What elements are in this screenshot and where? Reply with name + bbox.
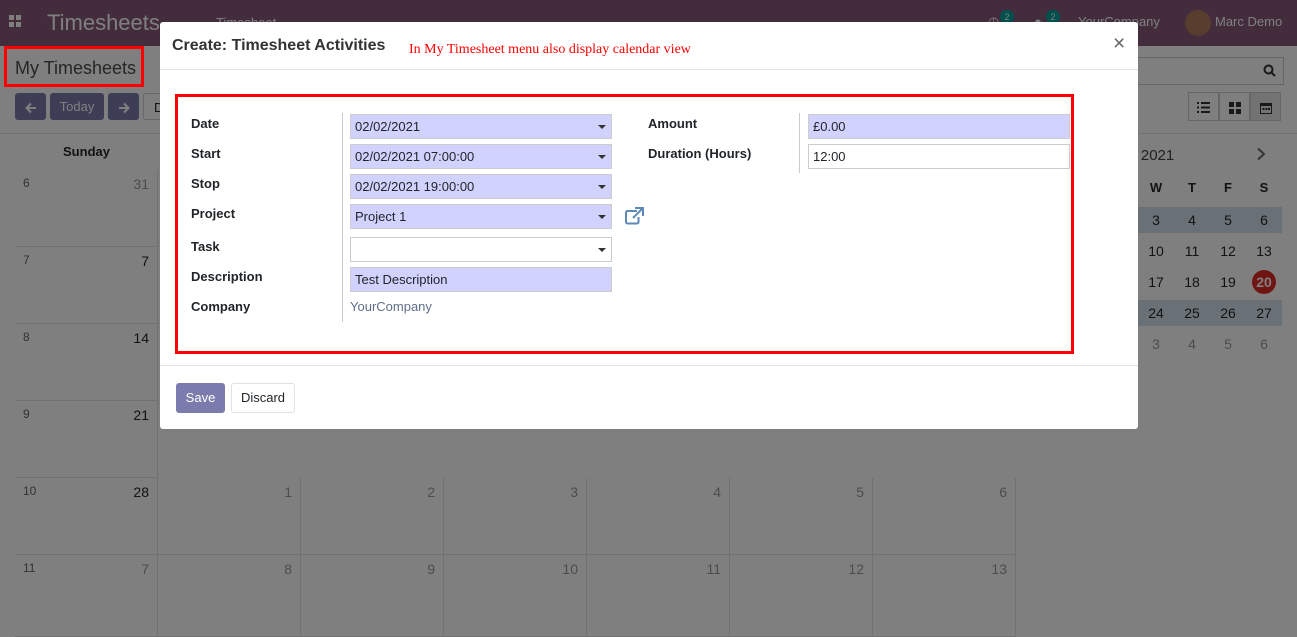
create-timesheet-dialog: Create: Timesheet Activities In My Times… <box>160 22 1138 429</box>
duration-label: Duration (Hours) <box>648 146 752 161</box>
start-label: Start <box>191 146 221 161</box>
amount-value: £0.00 <box>813 119 846 134</box>
date-value: 02/02/2021 <box>355 119 421 134</box>
dialog-title: Create: Timesheet Activities <box>172 37 386 54</box>
duration-value: 12:00 <box>813 149 846 164</box>
project-label: Project <box>191 206 236 221</box>
description-value: Test Description <box>355 272 448 287</box>
annotation-highlight-breadcrumb <box>4 46 144 87</box>
project-value: Project 1 <box>355 209 407 224</box>
label-separator <box>342 113 343 322</box>
caret-down-icon <box>598 155 606 159</box>
start-value: 02/02/2021 07:00:00 <box>355 149 475 164</box>
project-field[interactable]: Project 1 <box>350 204 612 229</box>
amount-field[interactable]: £0.00 <box>808 114 1070 139</box>
start-field[interactable]: 02/02/2021 07:00:00 <box>350 144 612 169</box>
save-button[interactable]: Save <box>176 383 225 413</box>
date-field[interactable]: 02/02/2021 <box>350 114 612 139</box>
label-separator <box>799 113 800 173</box>
task-label: Task <box>191 239 220 254</box>
amount-label: Amount <box>648 116 698 131</box>
duration-field[interactable]: 12:00 <box>808 144 1070 169</box>
stop-value: 02/02/2021 19:00:00 <box>355 179 475 194</box>
company-value: YourCompany <box>350 299 432 314</box>
description-label: Description <box>191 269 263 284</box>
description-field[interactable]: Test Description <box>350 267 612 292</box>
caret-down-icon <box>598 125 606 129</box>
annotation-note: In My Timesheet menu also display calend… <box>409 42 691 57</box>
caret-down-icon <box>598 185 606 189</box>
company-label: Company <box>191 299 251 314</box>
close-icon[interactable]: × <box>1113 32 1125 56</box>
stop-field[interactable]: 02/02/2021 19:00:00 <box>350 174 612 199</box>
annotation-highlight-form: Date Start Stop Project Task Description… <box>175 94 1074 354</box>
task-field[interactable] <box>350 237 612 262</box>
date-label: Date <box>191 116 220 131</box>
caret-down-icon <box>598 248 606 252</box>
external-link-icon[interactable] <box>624 207 644 225</box>
dialog-header: Create: Timesheet Activities In My Times… <box>160 22 1138 70</box>
dialog-footer: Save Discard <box>160 365 1138 429</box>
discard-button[interactable]: Discard <box>231 383 295 413</box>
stop-label: Stop <box>191 176 220 191</box>
caret-down-icon <box>598 215 606 219</box>
